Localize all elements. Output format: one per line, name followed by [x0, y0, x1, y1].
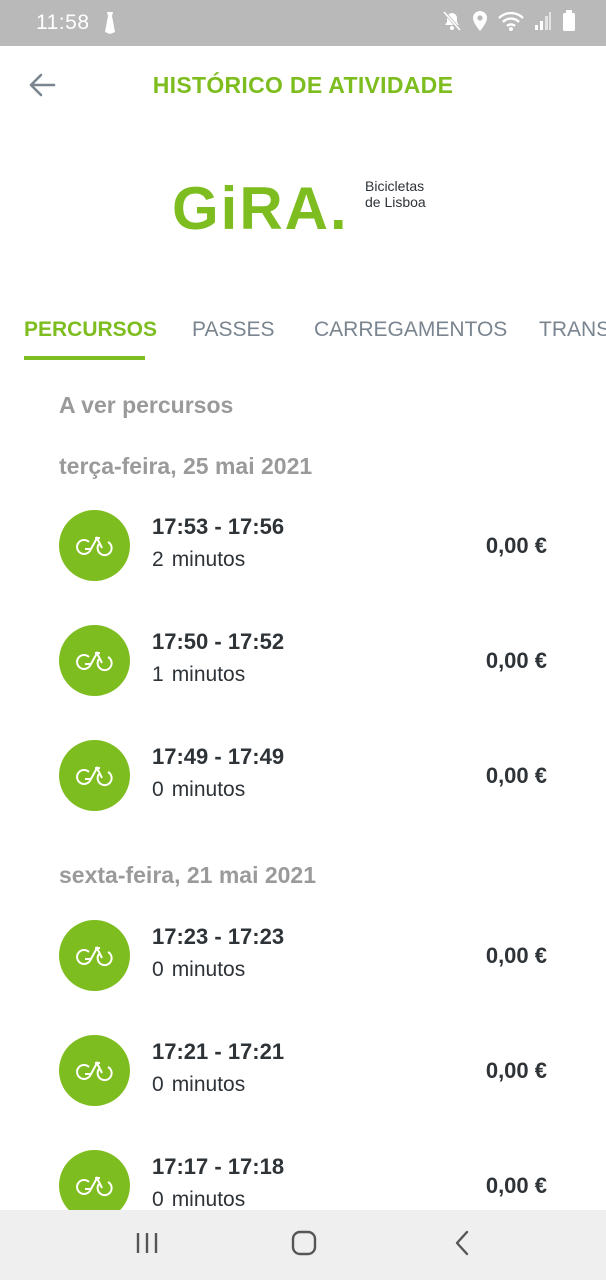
duration-value: 0 — [152, 1073, 164, 1096]
trip-price: 0,00 € — [485, 943, 547, 968]
trip-time: 17:50 - 17:52 — [152, 629, 285, 654]
trip-time: 17:21 - 17:21 — [152, 1039, 285, 1064]
trip-row[interactable]: 17:50 - 17:52 1 minutos 0,00 € — [0, 625, 606, 715]
trip-duration: 0 minutos — [152, 1188, 245, 1212]
logo-tagline-line1: Bicicletas — [365, 178, 424, 194]
duration-value: 0 — [152, 778, 164, 801]
page-title: HISTÓRICO DE ATIVIDADE — [152, 72, 454, 98]
duration-unit: minutos — [171, 663, 246, 686]
duration-value: 0 — [152, 1188, 164, 1211]
logo-brand: GiRA. — [172, 175, 349, 236]
bicycle-icon — [59, 510, 130, 581]
back-icon — [454, 1230, 470, 1261]
duration-unit: minutos — [171, 1188, 246, 1211]
status-bar: 11:58 — [0, 0, 606, 46]
trip-row[interactable]: 17:49 - 17:49 0 minutos 0,00 € — [0, 740, 606, 830]
active-tab-indicator — [24, 356, 145, 360]
trip-price: 0,00 € — [485, 1173, 547, 1198]
trip-duration: 1 minutos — [152, 663, 245, 687]
duration-unit: minutos — [171, 778, 246, 801]
home-icon — [291, 1230, 317, 1261]
date-header: sexta-feira, 21 mai 2021 — [59, 862, 317, 888]
trip-price: 0,00 € — [485, 1058, 547, 1083]
duration-value: 1 — [152, 663, 164, 686]
battery-icon — [562, 10, 576, 37]
trip-duration: 0 minutos — [152, 1073, 245, 1097]
date-header: terça-feira, 25 mai 2021 — [59, 453, 313, 479]
bicycle-icon — [59, 740, 130, 811]
trip-price: 0,00 € — [485, 763, 547, 788]
duration-value: 0 — [152, 958, 164, 981]
tab-trans[interactable]: TRANS — [539, 318, 606, 342]
trip-time: 17:53 - 17:56 — [152, 514, 285, 539]
trip-row[interactable]: 17:53 - 17:56 2 minutos 0,00 € — [0, 510, 606, 600]
signal-icon — [534, 10, 552, 37]
tab-passes[interactable]: PASSES — [192, 318, 274, 342]
trip-row[interactable]: 17:21 - 17:21 0 minutos 0,00 € — [0, 1035, 606, 1125]
wifi-icon — [498, 10, 524, 37]
tab-carregamentos[interactable]: CARREGAMENTOS — [314, 318, 507, 342]
bicycle-icon — [59, 1035, 130, 1106]
system-back-button[interactable] — [442, 1228, 482, 1262]
recents-button[interactable] — [127, 1228, 167, 1262]
status-time: 11:58 — [36, 11, 90, 34]
duration-unit: minutos — [171, 548, 246, 571]
tab-percursos[interactable]: PERCURSOS — [24, 318, 157, 342]
trip-duration: 0 minutos — [152, 958, 245, 982]
trip-time: 17:23 - 17:23 — [152, 924, 285, 949]
duration-unit: minutos — [171, 958, 246, 981]
bicycle-icon — [59, 625, 130, 696]
gira-logo: GiRA. Bicicletas de Lisboa — [172, 172, 442, 242]
system-nav-bar — [0, 1210, 606, 1280]
location-icon — [472, 10, 488, 37]
tab-bar: PERCURSOS PASSES CARREGAMENTOS TRANS — [0, 300, 606, 362]
trip-duration: 0 minutos — [152, 778, 245, 802]
trip-duration: 2 minutos — [152, 548, 245, 572]
duration-value: 2 — [152, 548, 164, 571]
trip-row[interactable]: 17:23 - 17:23 0 minutos 0,00 € — [0, 920, 606, 1010]
mute-icon — [442, 10, 462, 37]
trip-price: 0,00 € — [485, 648, 547, 673]
trip-time: 17:49 - 17:49 — [152, 744, 285, 769]
tie-icon — [103, 12, 117, 39]
duration-unit: minutos — [171, 1073, 246, 1096]
recents-icon — [135, 1232, 159, 1259]
trip-time: 17:17 - 17:18 — [152, 1154, 285, 1179]
list-caption: A ver percursos — [59, 392, 234, 418]
status-icons — [442, 10, 576, 37]
home-button[interactable] — [284, 1228, 324, 1262]
trip-price: 0,00 € — [485, 533, 547, 558]
bicycle-icon — [59, 920, 130, 991]
logo-tagline-line2: de Lisboa — [365, 194, 426, 210]
